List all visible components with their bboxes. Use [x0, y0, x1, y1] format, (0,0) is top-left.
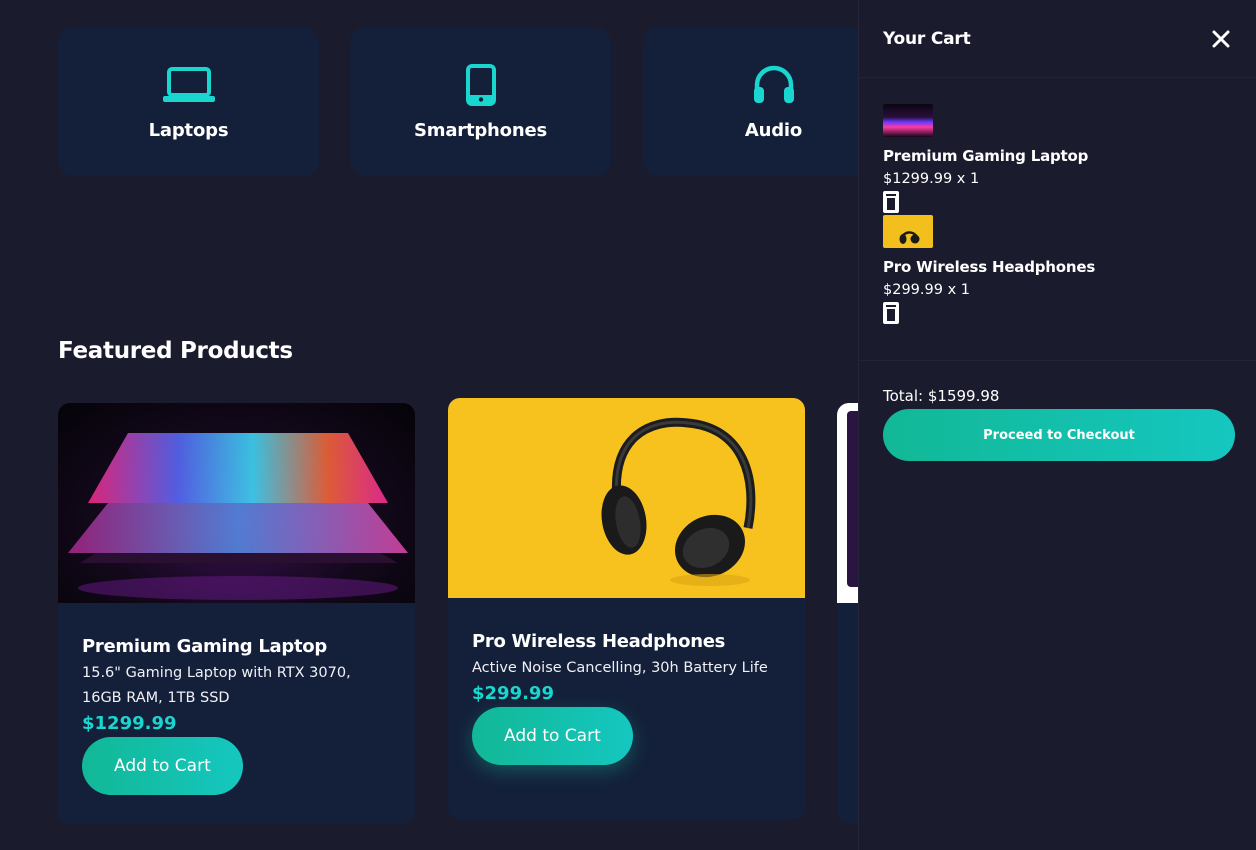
category-smartphones[interactable]: Smartphones	[350, 27, 611, 176]
add-to-cart-button[interactable]: Add to Cart	[82, 737, 243, 795]
cart-items: Premium Gaming Laptop $1299.99 x 1 Pro W…	[859, 78, 1256, 361]
product-image-laptop[interactable]	[58, 403, 415, 603]
category-label: Smartphones	[414, 120, 547, 141]
cart-title: Your Cart	[883, 28, 971, 49]
cart-item: Premium Gaming Laptop $1299.99 x 1	[883, 104, 1232, 213]
product-title: Premium Gaming Laptop	[82, 636, 327, 657]
cart-item-name: Pro Wireless Headphones	[883, 258, 1096, 276]
cart-item-thumbnail	[883, 215, 933, 248]
cart-item: Pro Wireless Headphones $299.99 x 1	[883, 215, 1232, 324]
cart-total: Total: $1599.98	[883, 387, 1000, 405]
cart-item-price: $299.99 x 1	[883, 282, 970, 298]
product-card: Pro Wireless Headphones Active Noise Can…	[448, 398, 805, 819]
laptop-icon	[161, 62, 217, 108]
headphones-icon	[746, 62, 802, 108]
cart-header: Your Cart	[859, 0, 1256, 78]
product-price: $299.99	[472, 683, 554, 704]
trash-icon[interactable]	[883, 191, 899, 213]
product-image-headphones[interactable]	[448, 398, 805, 598]
featured-products-title: Featured Products	[58, 338, 293, 364]
smartphone-icon	[453, 62, 509, 108]
checkout-button[interactable]: Proceed to Checkout	[883, 409, 1235, 461]
category-label: Audio	[744, 120, 803, 141]
cart-item-price: $1299.99 x 1	[883, 171, 980, 187]
product-card: Premium Gaming Laptop 15.6" Gaming Lapto…	[58, 403, 415, 824]
product-description: 15.6" Gaming Laptop with RTX 3070, 16GB …	[82, 665, 351, 706]
category-label: Laptops	[148, 120, 229, 141]
close-icon	[1212, 30, 1230, 47]
cart-footer: Total: $1599.98 Proceed to Checkout	[859, 361, 1256, 461]
cart-item-thumbnail	[883, 104, 933, 137]
close-cart-button[interactable]	[1210, 28, 1232, 50]
trash-icon[interactable]	[883, 302, 899, 324]
cart-panel: Your Cart Premium Gaming Laptop $1299.99…	[858, 0, 1256, 850]
cart-item-name: Premium Gaming Laptop	[883, 147, 1089, 165]
add-to-cart-button[interactable]: Add to Cart	[472, 707, 633, 765]
category-laptops[interactable]: Laptops	[58, 27, 319, 176]
product-title: Pro Wireless Headphones	[472, 631, 726, 652]
product-description: Active Noise Cancelling, 30h Battery Lif…	[472, 660, 768, 676]
product-price: $1299.99	[82, 713, 177, 734]
